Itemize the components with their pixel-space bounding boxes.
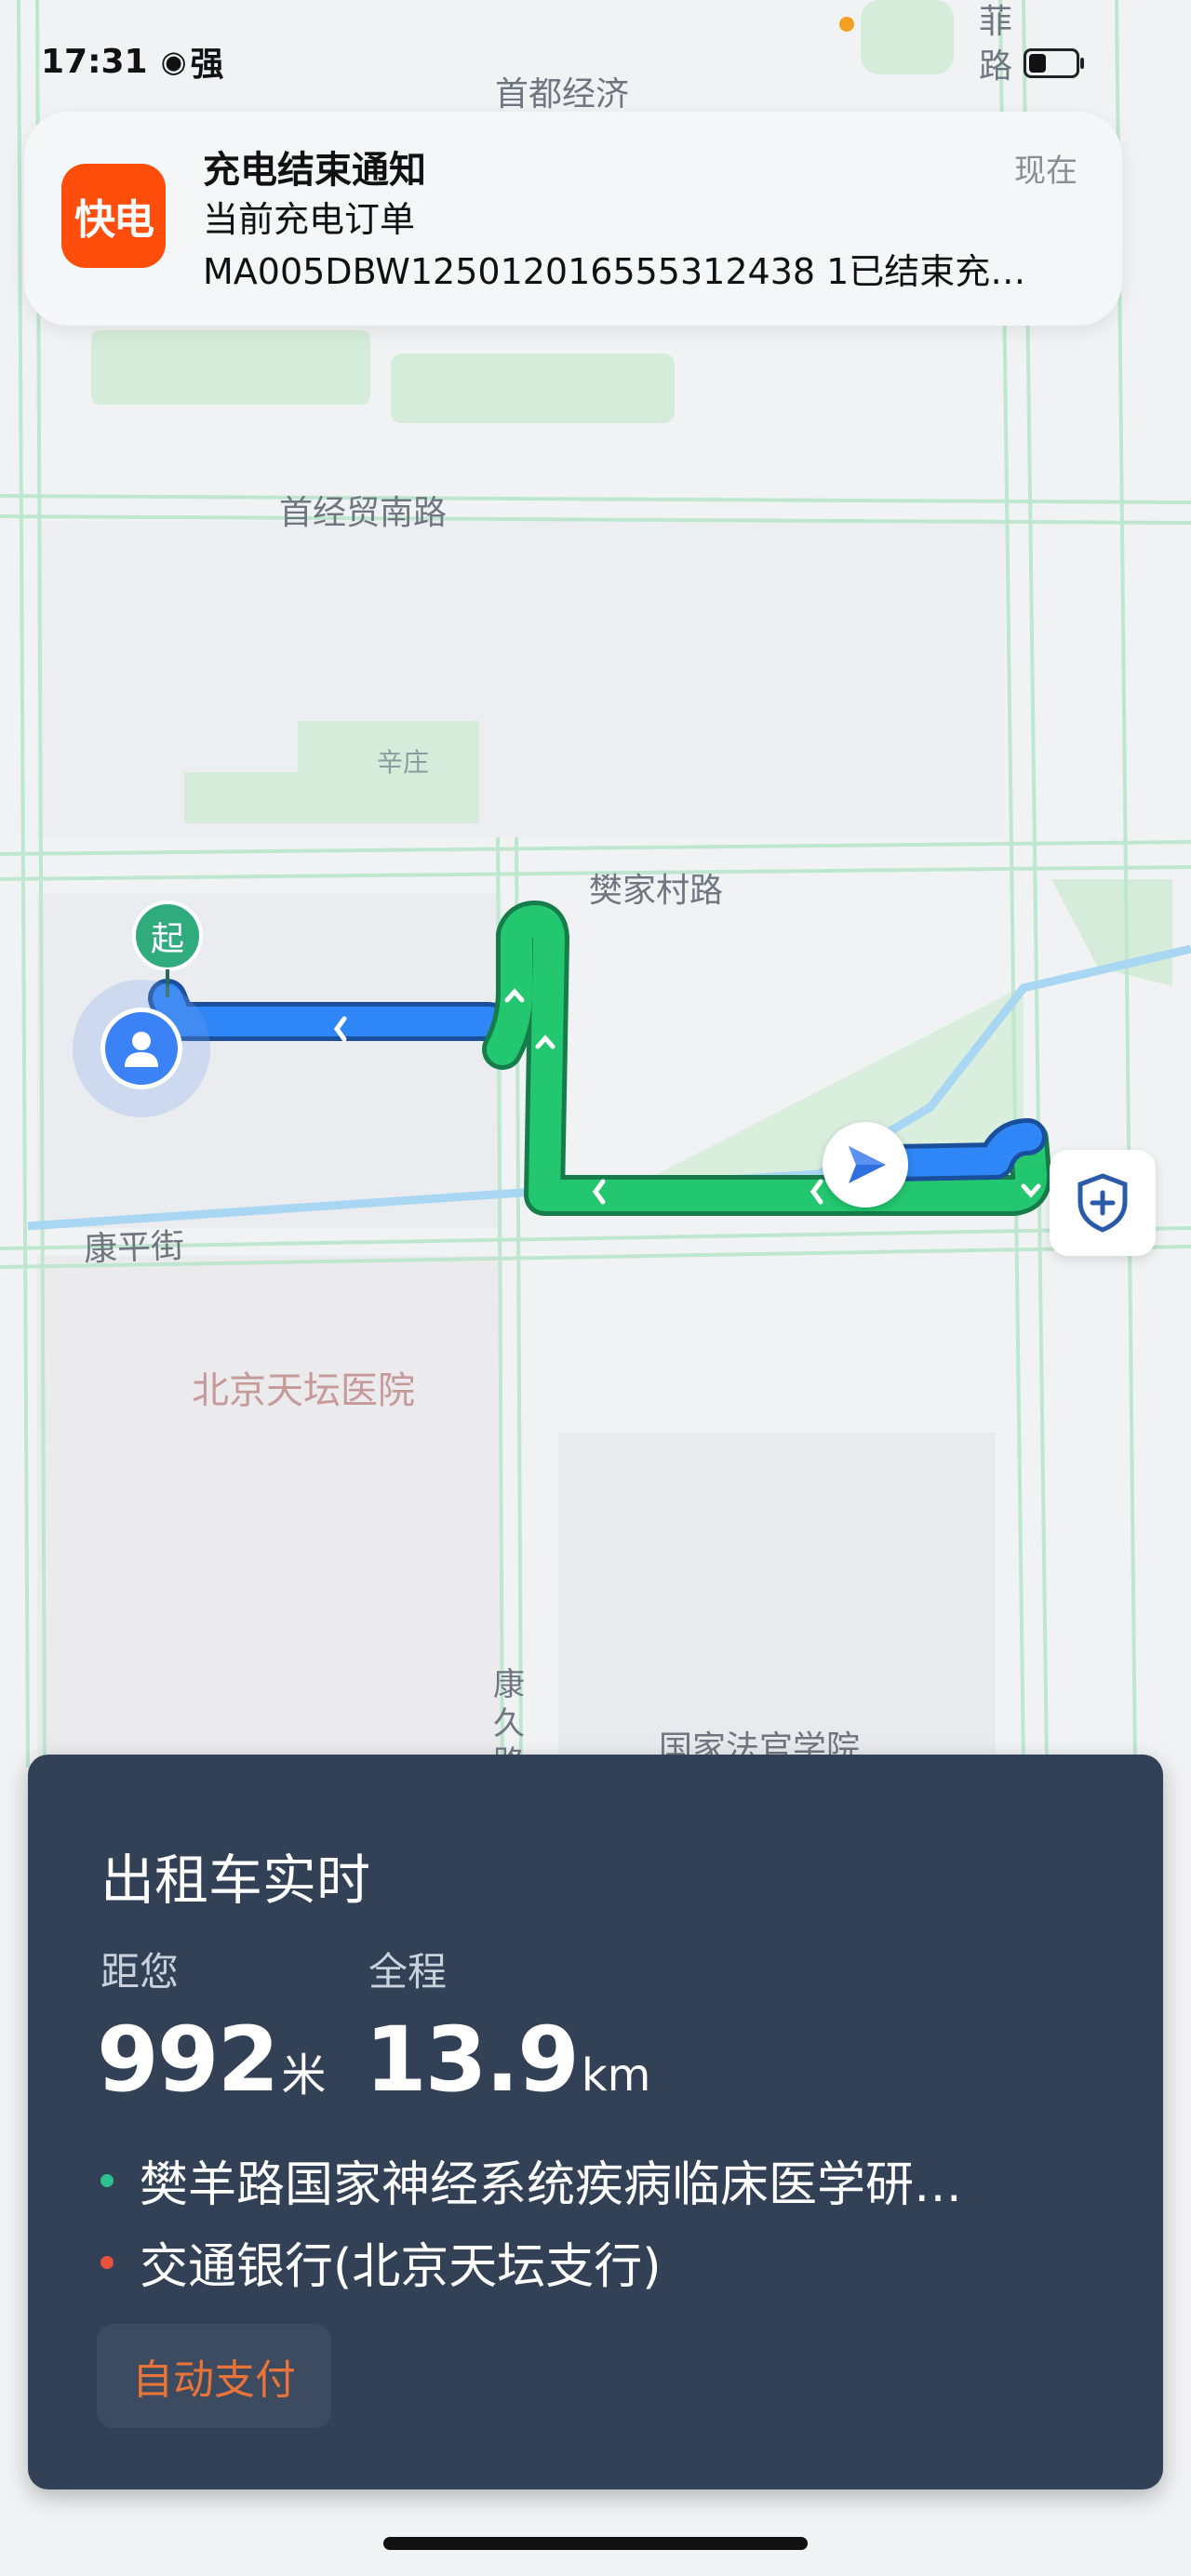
navigation-arrow-icon xyxy=(849,1146,886,1183)
distance-label: 距您 xyxy=(100,1949,180,1995)
total-value-group: 13.9km xyxy=(365,2008,650,2112)
place-label: 辛庄 xyxy=(377,747,430,778)
notification-line-1: 当前充电订单 xyxy=(203,199,416,240)
road-label: 菲路 xyxy=(979,3,1013,86)
start-dot-icon xyxy=(100,2173,114,2187)
total-label: 全程 xyxy=(368,1949,448,1995)
start-marker[interactable]: 起 xyxy=(132,901,203,971)
road-label: 首经贸南路 xyxy=(279,494,448,532)
status-time: 17:31 xyxy=(41,42,148,81)
panel-title: 出租车实时 xyxy=(100,1849,371,1912)
to-address: 交通银行(北京天坛支行) xyxy=(140,2239,662,2295)
distance-value-group: 992米 xyxy=(97,2008,326,2112)
to-address-row: 交通银行(北京天坛支行) xyxy=(100,2227,1105,2297)
from-address: 樊羊路国家神经系统疾病临床医学研… xyxy=(140,2157,963,2213)
road-label: 樊家村路 xyxy=(589,872,724,910)
privacy-dot-icon xyxy=(839,17,854,32)
distance-unit: 米 xyxy=(281,2049,327,2102)
app-icon: 快电 xyxy=(61,164,166,268)
notification-title: 充电结束通知 xyxy=(203,149,426,192)
notification-banner[interactable]: 快电 充电结束通知 现在 当前充电订单 MA005DBW125012016555… xyxy=(24,112,1122,326)
road-label: 康平街 xyxy=(83,1227,185,1269)
total-value: 13.9 xyxy=(365,2008,580,2112)
battery-level xyxy=(1029,54,1047,73)
person-icon xyxy=(125,1032,158,1067)
taxi-location-icon[interactable] xyxy=(823,1122,908,1208)
home-indicator[interactable] xyxy=(383,2537,808,2550)
distance-value: 992 xyxy=(97,2008,279,2112)
notification-body: 当前充电订单 MA005DBW125012016555312438 1已结束充… xyxy=(203,194,1096,298)
poi-label: 北京天坛医院 xyxy=(192,1369,415,1412)
carrier-signal-icon: ◉ xyxy=(160,44,187,79)
status-bar: 17:31 ◉ 强 xyxy=(41,37,224,86)
park-area xyxy=(391,354,675,423)
end-dot-icon xyxy=(100,2255,114,2269)
notification-line-2: MA005DBW125012016555312438 1已结束充… xyxy=(203,251,1026,292)
auto-pay-button[interactable]: 自动支付 xyxy=(97,2324,331,2428)
from-address-row: 樊羊路国家神经系统疾病临床医学研… xyxy=(100,2145,1105,2215)
signal-label: 强 xyxy=(190,46,224,84)
taxi-status-panel: 出租车实时 距您 全程 992米 13.9km 樊羊路国家神经系统疾病临床医学研… xyxy=(28,1755,1163,2489)
map-block xyxy=(37,1256,502,1777)
park-area xyxy=(861,0,954,74)
notification-time: 现在 xyxy=(1014,153,1077,190)
user-avatar-icon[interactable] xyxy=(100,1008,182,1089)
park-area xyxy=(91,330,370,405)
map-block xyxy=(558,1433,996,1768)
safety-shield-button[interactable] xyxy=(1050,1150,1156,1256)
total-unit: km xyxy=(581,2049,651,2102)
map-block xyxy=(37,521,1005,837)
shield-plus-icon xyxy=(1077,1173,1128,1233)
battery-icon xyxy=(1024,48,1084,78)
road-label: 首都经济 xyxy=(495,75,630,113)
